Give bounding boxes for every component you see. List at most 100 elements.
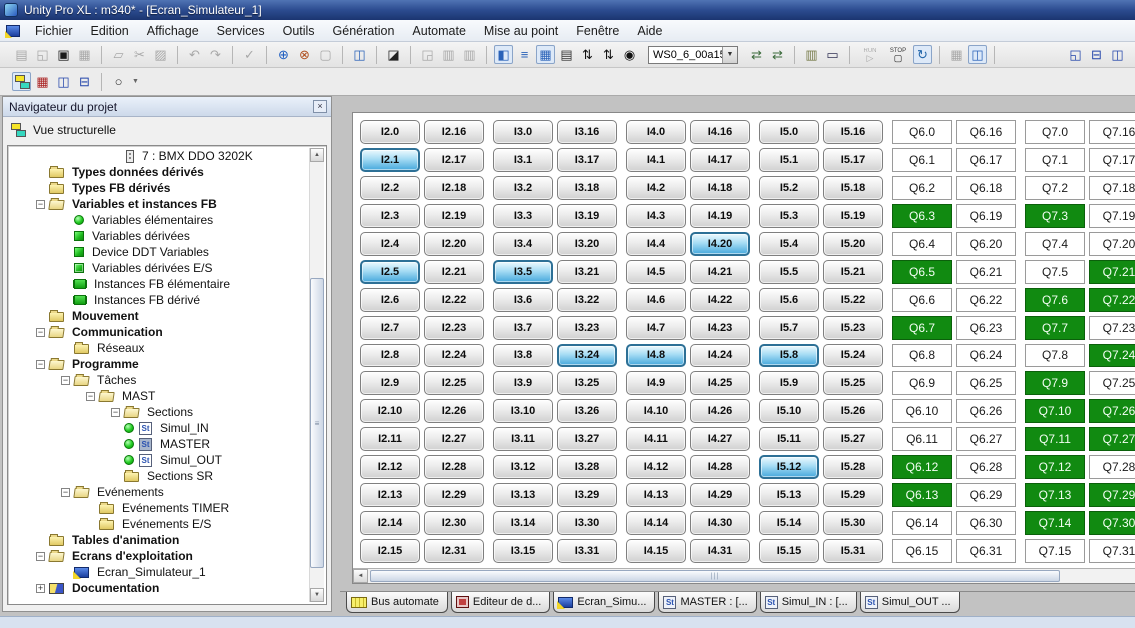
io-button-Q7.3[interactable]: Q7.3 [1025, 204, 1085, 228]
refresh-animation-icon[interactable]: ↻ [913, 45, 932, 64]
io-button-I2.22[interactable]: I2.22 [424, 288, 484, 312]
io-button-I3.13[interactable]: I3.13 [493, 483, 553, 507]
io-button-I3.12[interactable]: I3.12 [493, 455, 553, 479]
io-button-Q7.10[interactable]: Q7.10 [1025, 399, 1085, 423]
paste-icon[interactable]: ▨ [151, 45, 170, 64]
io-button-Q7.20[interactable]: Q7.20 [1089, 232, 1135, 256]
io-button-Q6.24[interactable]: Q6.24 [956, 344, 1016, 368]
tree-item-variables-l-mentaires[interactable]: Variables élémentaires [10, 212, 308, 228]
tree-item-programme[interactable]: −Programme [10, 356, 308, 372]
io-button-I5.19[interactable]: I5.19 [823, 204, 883, 228]
io-button-I3.19[interactable]: I3.19 [557, 204, 617, 228]
io-button-I3.30[interactable]: I3.30 [557, 511, 617, 535]
io-button-I2.17[interactable]: I2.17 [424, 148, 484, 172]
io-button-I2.24[interactable]: I2.24 [424, 344, 484, 368]
io-button-Q7.18[interactable]: Q7.18 [1089, 176, 1135, 200]
io-button-I5.2[interactable]: I5.2 [759, 176, 819, 200]
io-button-I4.20[interactable]: I4.20 [690, 232, 750, 256]
tree-item-simul-out[interactable]: Simul_OUT [10, 452, 308, 468]
tab-ecran-simu[interactable]: Ecran_Simu... [553, 592, 655, 613]
io-force-clear-icon[interactable]: ⇅ [599, 45, 618, 64]
io-button-I3.15[interactable]: I3.15 [493, 539, 553, 563]
io-button-Q6.5[interactable]: Q6.5 [892, 260, 952, 284]
io-button-I3.1[interactable]: I3.1 [493, 148, 553, 172]
tree-item-variables-d-riv-es-e-s[interactable]: Variables dérivées E/S [10, 260, 308, 276]
io-button-I2.20[interactable]: I2.20 [424, 232, 484, 256]
io-button-Q6.2[interactable]: Q6.2 [892, 176, 952, 200]
io-button-I5.1[interactable]: I5.1 [759, 148, 819, 172]
binoculars-search-icon[interactable]: ◉ [620, 45, 639, 64]
io-button-I4.17[interactable]: I4.17 [690, 148, 750, 172]
io-button-Q7.28[interactable]: Q7.28 [1089, 455, 1135, 479]
io-button-Q6.14[interactable]: Q6.14 [892, 511, 952, 535]
io-button-Q6.4[interactable]: Q6.4 [892, 232, 952, 256]
io-button-Q7.15[interactable]: Q7.15 [1025, 539, 1085, 563]
io-button-I2.8[interactable]: I2.8 [360, 344, 420, 368]
collapse-box-icon[interactable]: − [36, 328, 45, 337]
io-button-I2.5[interactable]: I2.5 [360, 260, 420, 284]
plc-rack-icon[interactable]: ▥ [802, 45, 821, 64]
tree-item-simul-in[interactable]: Simul_IN [10, 420, 308, 436]
io-button-I5.16[interactable]: I5.16 [823, 120, 883, 144]
menu-services[interactable]: Services [208, 21, 274, 41]
io-button-I5.5[interactable]: I5.5 [759, 260, 819, 284]
io-button-Q6.19[interactable]: Q6.19 [956, 204, 1016, 228]
io-button-Q7.26[interactable]: Q7.26 [1089, 399, 1135, 423]
io-button-I3.14[interactable]: I3.14 [493, 511, 553, 535]
window-cascade-icon[interactable]: ◱ [1066, 45, 1085, 64]
tree-vertical-scrollbar[interactable]: ▲ ≡ ▼ [309, 148, 324, 602]
io-button-Q7.7[interactable]: Q7.7 [1025, 316, 1085, 340]
io-button-I2.3[interactable]: I2.3 [360, 204, 420, 228]
io-button-I5.18[interactable]: I5.18 [823, 176, 883, 200]
validate-icon[interactable]: ✓ [240, 45, 259, 64]
io-button-I3.31[interactable]: I3.31 [557, 539, 617, 563]
io-button-I5.13[interactable]: I5.13 [759, 483, 819, 507]
save-icon[interactable]: ▣ [54, 45, 73, 64]
io-button-I5.4[interactable]: I5.4 [759, 232, 819, 256]
io-button-I4.13[interactable]: I4.13 [626, 483, 686, 507]
tree-item-sections[interactable]: −Sections [10, 404, 308, 420]
io-button-I5.21[interactable]: I5.21 [823, 260, 883, 284]
io-button-Q7.19[interactable]: Q7.19 [1089, 204, 1135, 228]
open-icon[interactable]: ◱ [33, 45, 52, 64]
memory-cells-icon[interactable]: ▦ [947, 45, 966, 64]
io-button-I5.22[interactable]: I5.22 [823, 288, 883, 312]
io-button-I4.21[interactable]: I4.21 [690, 260, 750, 284]
tree-item-t-ches[interactable]: −Tâches [10, 372, 308, 388]
io-button-Q6.15[interactable]: Q6.15 [892, 539, 952, 563]
io-button-I4.8[interactable]: I4.8 [626, 344, 686, 368]
io-button-Q7.2[interactable]: Q7.2 [1025, 176, 1085, 200]
io-button-I2.31[interactable]: I2.31 [424, 539, 484, 563]
tab-bus-automate[interactable]: Bus automate [346, 592, 448, 613]
io-button-I4.11[interactable]: I4.11 [626, 427, 686, 451]
io-button-Q7.8[interactable]: Q7.8 [1025, 344, 1085, 368]
tree-item-types-donn-es-d-riv-s[interactable]: Types données dérivés [10, 164, 308, 180]
archive-icon[interactable]: ▤ [557, 45, 576, 64]
transfer-from-plc-icon[interactable]: ⇄ [768, 45, 787, 64]
io-button-I2.7[interactable]: I2.7 [360, 316, 420, 340]
io-button-Q6.13[interactable]: Q6.13 [892, 483, 952, 507]
menu-edition[interactable]: Edition [82, 21, 138, 41]
io-button-I2.21[interactable]: I2.21 [424, 260, 484, 284]
tree-item-master[interactable]: MASTER [10, 436, 308, 452]
tree-list-icon[interactable]: ≡ [515, 45, 534, 64]
io-button-I3.25[interactable]: I3.25 [557, 371, 617, 395]
io-button-Q6.7[interactable]: Q6.7 [892, 316, 952, 340]
io-button-Q7.23[interactable]: Q7.23 [1089, 316, 1135, 340]
io-button-Q6.16[interactable]: Q6.16 [956, 120, 1016, 144]
io-button-Q6.18[interactable]: Q6.18 [956, 176, 1016, 200]
collapse-box-icon[interactable]: − [36, 200, 45, 209]
collapse-box-icon[interactable]: − [61, 488, 70, 497]
io-button-I5.24[interactable]: I5.24 [823, 344, 883, 368]
io-button-Q7.27[interactable]: Q7.27 [1089, 427, 1135, 451]
cut-icon[interactable]: ✂ [130, 45, 149, 64]
io-button-I2.14[interactable]: I2.14 [360, 511, 420, 535]
io-button-I2.6[interactable]: I2.6 [360, 288, 420, 312]
scroll-left-icon[interactable]: ◄ [353, 569, 368, 583]
io-button-Q7.22[interactable]: Q7.22 [1089, 288, 1135, 312]
io-button-I5.27[interactable]: I5.27 [823, 427, 883, 451]
transfer-to-plc-icon[interactable]: ⇄ [747, 45, 766, 64]
io-button-I4.15[interactable]: I4.15 [626, 539, 686, 563]
io-button-I4.31[interactable]: I4.31 [690, 539, 750, 563]
export-icon[interactable]: ◲ [418, 45, 437, 64]
